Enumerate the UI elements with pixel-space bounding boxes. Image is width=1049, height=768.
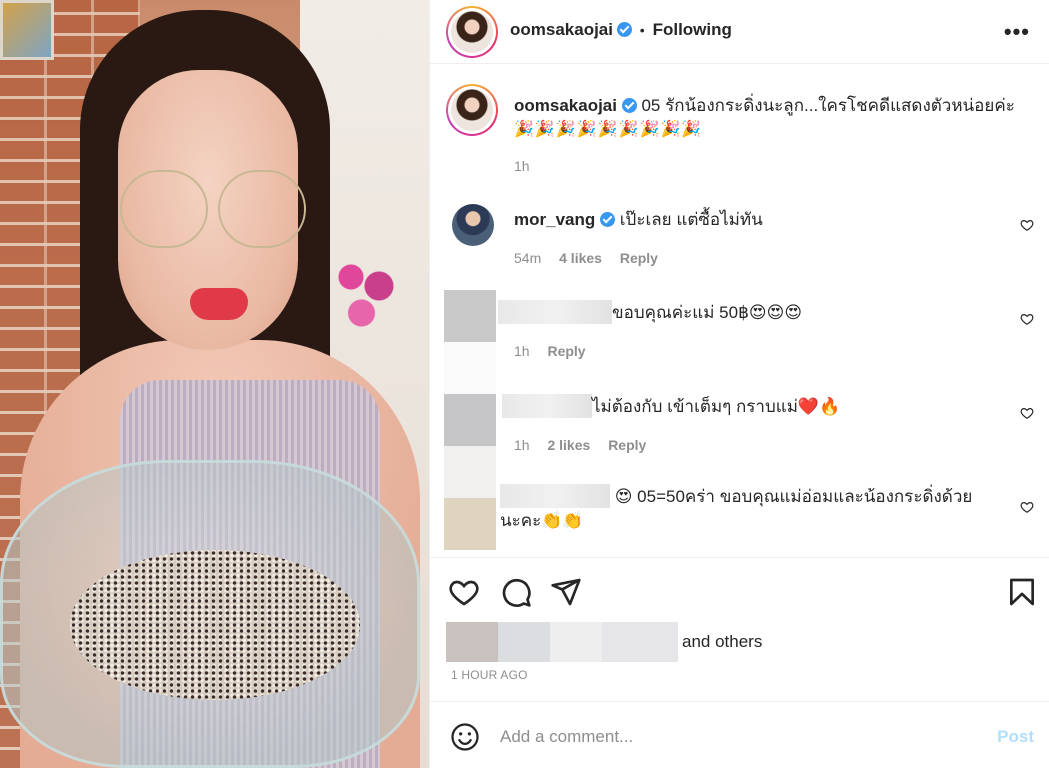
caption-body: oomsakaojai 05 รักน้องกระดิ่งนะลูก...ใคร… [514, 94, 1024, 178]
blurred-liker [446, 622, 498, 662]
comment-time: 54m [514, 250, 542, 266]
comment-item: ขอบคุณค่ะแม่ 50฿😍😍😍 1h Reply [444, 296, 1034, 376]
comment-time: 1h [514, 437, 530, 453]
author-username[interactable]: oomsakaojai [510, 20, 613, 39]
emoji-icon[interactable] [450, 722, 480, 752]
comment-item: ไม่ต้องกับ เข้าเต็มๆ กราบแม่❤️🔥 1h 2 lik… [444, 390, 1034, 470]
glasses-right-lens [218, 170, 306, 248]
heart-icon[interactable] [1020, 312, 1034, 326]
comment-body: ขอบคุณค่ะแม่ 50฿😍😍😍 1h Reply [498, 300, 978, 363]
verified-icon [621, 98, 637, 113]
post-header: oomsakaojai • Following ••• [430, 0, 1049, 64]
rice-in-bowl [70, 550, 360, 700]
comment-text: เป๊ะเลย แต่ซื้อไม่ทัน [619, 210, 763, 229]
comment-icon[interactable] [500, 576, 532, 608]
following-button[interactable]: Following [653, 20, 732, 39]
comment-composer: Post [430, 701, 1049, 768]
commenter-avatar[interactable] [452, 204, 494, 246]
lips [190, 288, 248, 320]
comment-item: mor_vang เป๊ะเลย แต่ซื้อไม่ทัน 54m 4 lik… [444, 204, 1034, 284]
blurred-username [500, 484, 610, 508]
comment-username[interactable]: mor_vang [514, 210, 595, 229]
verified-icon [599, 212, 615, 227]
comment-text: ไม่ต้องกับ เข้าเต็มๆ กราบแม่❤️🔥 [592, 397, 841, 416]
reply-button[interactable]: Reply [608, 437, 646, 453]
heart-icon[interactable] [1020, 218, 1034, 232]
blurred-liker [602, 622, 678, 662]
author-avatar[interactable] [446, 6, 498, 58]
post-timestamp: 1 HOUR AGO [451, 668, 528, 682]
heart-icon[interactable] [1020, 500, 1034, 514]
flower-bouquet [330, 250, 400, 340]
blurred-username [502, 394, 592, 418]
blurred-liker [550, 622, 602, 662]
likes-summary[interactable]: and others [446, 622, 762, 662]
caption: oomsakaojai 05 รักน้องกระดิ่งนะลูก...ใคร… [446, 84, 1036, 204]
blurred-liker [498, 622, 550, 662]
comment-body: mor_vang เป๊ะเลย แต่ซื้อไม่ทัน 54m 4 lik… [514, 208, 994, 270]
more-icon[interactable]: ••• [1004, 21, 1030, 43]
blurred-username [498, 300, 612, 324]
glasses-left-lens [120, 170, 208, 248]
likes-others[interactable]: and others [682, 632, 762, 652]
comment-item: 😍 05=50คร่า ขอบคุณแม่อ่อมและน้องกระดิ่งด… [444, 480, 1034, 550]
comment-body: ไม่ต้องกับ เข้าเต็มๆ กราบแม่❤️🔥 1h 2 lik… [502, 394, 982, 457]
caption-emoji: 🎉🎉🎉🎉🎉🎉🎉🎉🎉 [514, 121, 703, 138]
bookmark-icon[interactable] [1006, 576, 1038, 608]
caption-avatar[interactable] [446, 84, 498, 136]
comments-scroll[interactable]: oomsakaojai 05 รักน้องกระดิ่งนะลูก...ใคร… [430, 64, 1049, 558]
reply-button[interactable]: Reply [547, 343, 585, 359]
post-media[interactable] [0, 0, 429, 768]
wall-painting [0, 0, 54, 60]
post-button[interactable]: Post [997, 727, 1034, 747]
separator-dot: • [639, 22, 645, 38]
comment-time: 1h [514, 343, 530, 359]
comment-text: ขอบคุณค่ะแม่ 50฿😍😍😍 [612, 303, 803, 322]
action-bar [430, 570, 1049, 614]
share-icon[interactable] [550, 576, 582, 608]
verified-icon [616, 22, 632, 37]
caption-username[interactable]: oomsakaojai [514, 96, 617, 115]
post-panel: oomsakaojai • Following ••• oomsakaojai … [429, 0, 1049, 768]
heart-icon[interactable] [1020, 406, 1034, 420]
comment-likes[interactable]: 2 likes [547, 437, 590, 453]
comment-body: 😍 05=50คร่า ขอบคุณแม่อ่อมและน้องกระดิ่งด… [500, 484, 990, 533]
caption-text: 05 รักน้องกระดิ่งนะลูก...ใครโชคดีแสดงตัว… [641, 96, 1015, 115]
heart-icon[interactable] [448, 576, 480, 608]
reply-button[interactable]: Reply [620, 250, 658, 266]
caption-time: 1h [514, 158, 530, 174]
comment-input[interactable] [500, 722, 980, 752]
comment-likes[interactable]: 4 likes [559, 250, 602, 266]
